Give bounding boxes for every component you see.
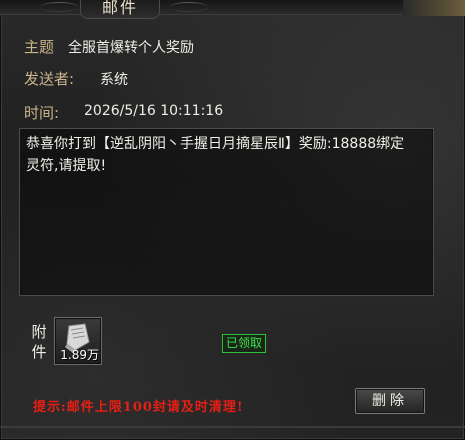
subject-label: 主题: [24, 38, 55, 56]
claimed-status-badge: 已领取: [222, 334, 267, 353]
message-line-2: 灵符,请提取!: [26, 158, 107, 174]
title-ornament-right: [170, 2, 208, 12]
message-body: 恭喜你打到【逆乱阴阳丶手握日月摘星辰Ⅱ】奖励:18888绑定 灵符,请提取!: [19, 128, 434, 296]
attachment-item-slot[interactable]: 1.89万: [54, 317, 102, 365]
attachment-label-2: 件: [31, 343, 47, 361]
attachment-quantity: 1.89万: [60, 348, 99, 362]
mail-window: 邮件 主题 全服首爆转个人奖励 发送者: 系统 时间: 2026/5/16 10…: [0, 0, 465, 440]
time-value: 2026/5/16 10:11:16: [84, 103, 224, 119]
bottom-divider: [0, 426, 465, 428]
title-ornament-left: [40, 2, 78, 12]
corner-ornament: [403, 0, 465, 16]
subject-value: 全服首爆转个人奖励: [68, 40, 194, 56]
time-label: 时间:: [24, 104, 60, 122]
window-title-tab: 邮件: [80, 0, 160, 19]
sender-label: 发送者:: [24, 70, 75, 88]
attachment-label-1: 附: [31, 323, 47, 341]
window-title: 邮件: [101, 0, 138, 17]
mailbox-limit-hint: 提示:邮件上限100封请及时清理!: [33, 400, 244, 415]
message-line-1: 恭喜你打到【逆乱阴阳丶手握日月摘星辰Ⅱ】奖励:18888绑定: [26, 136, 405, 152]
delete-button[interactable]: 删除: [355, 388, 425, 414]
sender-value: 系统: [100, 72, 128, 88]
